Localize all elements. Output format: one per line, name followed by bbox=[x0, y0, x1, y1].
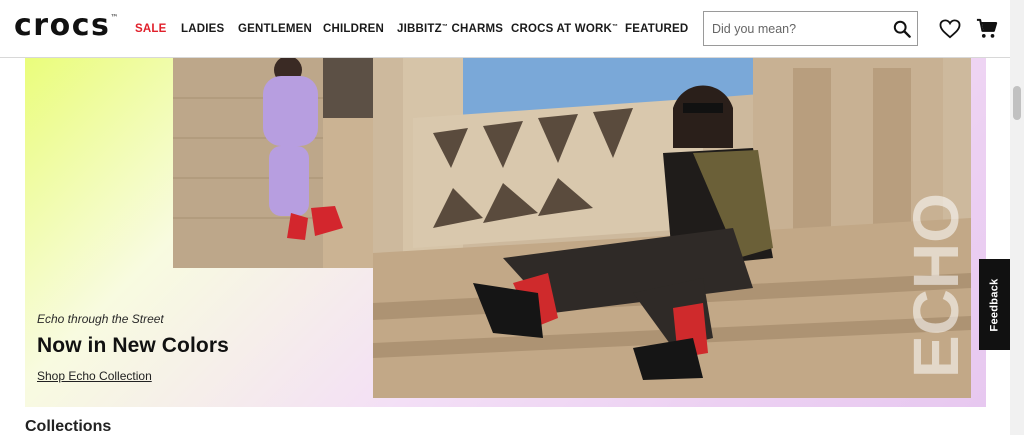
hero-eyebrow: Echo through the Street bbox=[37, 312, 164, 326]
search-box bbox=[703, 11, 918, 46]
feedback-button[interactable]: Feedback bbox=[979, 259, 1010, 350]
crocs-logo[interactable]: crocs™ bbox=[14, 8, 120, 43]
echo-watermark: ECHO bbox=[900, 193, 971, 378]
collections-heading: Collections bbox=[25, 418, 112, 435]
nav-item-sale[interactable]: SALE bbox=[135, 23, 166, 35]
search-input[interactable] bbox=[704, 12, 884, 45]
nav-item-ladies[interactable]: LADIES bbox=[181, 23, 224, 35]
hero-headline: Now in New Colors bbox=[37, 334, 229, 357]
scrollbar-thumb[interactable] bbox=[1013, 86, 1021, 120]
shop-echo-collection-link[interactable]: Shop Echo Collection bbox=[37, 369, 152, 383]
nav-item-featured[interactable]: FEATURED bbox=[625, 23, 688, 35]
site-header: crocs™ SALE LADIES GENTLEMEN CHILDREN JI… bbox=[0, 0, 1010, 58]
nav-item-children[interactable]: CHILDREN bbox=[323, 23, 384, 35]
hero-copy: Echo through the Street Now in New Color… bbox=[37, 312, 337, 385]
hero-image-model: ECHO bbox=[373, 58, 971, 398]
search-icon[interactable] bbox=[893, 20, 911, 38]
hero-banner[interactable]: ECHO Echo through the Street Now in New … bbox=[25, 58, 986, 407]
nav-item-crocs-at-work[interactable]: CROCS AT WORK™ bbox=[511, 23, 618, 35]
heart-icon[interactable] bbox=[939, 19, 961, 39]
hero-image-child bbox=[173, 58, 403, 268]
page-scrollbar[interactable] bbox=[1010, 0, 1024, 435]
nav-item-gentlemen[interactable]: GENTLEMEN bbox=[238, 23, 312, 35]
nav-item-jibbitz-charms[interactable]: JIBBITZ™ CHARMS bbox=[397, 23, 503, 35]
cart-icon[interactable] bbox=[976, 18, 998, 40]
